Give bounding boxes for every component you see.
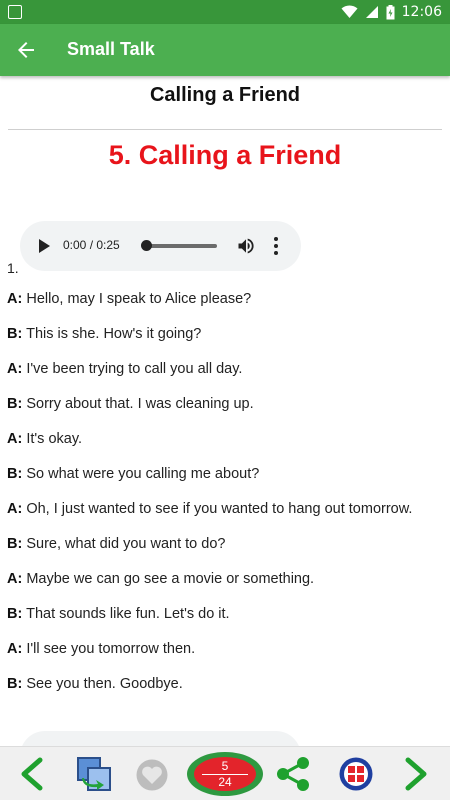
dialogue-list: A: Hello, may I speak to Alice please? B… [7,289,447,709]
speaker-label: B: [7,396,23,412]
speaker-label: B: [7,606,23,622]
lesson-content[interactable]: Calling a Friend 5. Calling a Friend 0:0… [0,76,450,746]
line-text: This is she. How's it going? [26,326,202,342]
dialogue-line: B: So what were you calling me about? [7,464,447,499]
dialogue-line: B: Sure, what did you want to do? [7,534,447,569]
heart-icon[interactable] [135,759,169,791]
audio-timecode: 0:00 / 0:25 [63,238,120,252]
line-text: Oh, I just wanted to see if you wanted t… [26,501,413,517]
more-vert-icon[interactable] [270,236,282,256]
signal-icon [365,6,378,18]
line-text: Sure, what did you want to do? [26,536,226,552]
dialogue-line: A: I'll see you tomorrow then. [7,639,447,674]
line-text: Hello, may I speak to Alice please? [26,291,252,307]
bottom-bar: 5 24 [0,746,450,800]
total-pages: 24 [218,775,232,789]
switch-icon[interactable] [76,756,112,792]
arrow-back-icon[interactable] [14,38,38,62]
line-text: It's okay. [26,431,83,447]
audio-player[interactable]: 0:00 / 0:25 [20,221,301,271]
app-bar: Small Talk [0,24,450,76]
line-text: See you then. Goodbye. [26,676,183,692]
dialogue-line: A: Oh, I just wanted to see if you wante… [7,499,447,534]
speaker-label: A: [7,641,23,657]
lesson-title: 5. Calling a Friend [108,140,342,170]
item-number: 1. [7,260,19,276]
chevron-right-icon[interactable] [402,757,432,791]
audio-player-2[interactable] [20,731,301,746]
page-counter[interactable]: 5 24 [187,752,263,796]
speaker-label: B: [7,536,23,552]
divider [8,129,442,130]
dialogue-line: A: It's okay. [7,429,447,464]
speaker-label: A: [7,291,23,307]
chevron-left-icon[interactable] [16,757,46,791]
dialogue-line: A: Maybe we can go see a movie or someth… [7,569,447,604]
dialogue-line: B: See you then. Goodbye. [7,674,447,709]
current-page: 5 [221,759,229,773]
speaker-label: B: [7,326,23,342]
speaker-label: B: [7,676,23,692]
line-text: That sounds like fun. Let's do it. [26,606,230,622]
play-icon[interactable] [37,238,51,254]
share-icon[interactable] [274,756,312,792]
grid-icon[interactable] [338,756,374,792]
line-text: Sorry about that. I was cleaning up. [26,396,254,412]
line-text: Maybe we can go see a movie or something… [26,571,315,587]
volume-icon[interactable] [236,236,256,256]
clock-time: 12:06 [401,4,442,20]
dialogue-line: B: That sounds like fun. Let's do it. [7,604,447,639]
dialogue-line: B: Sorry about that. I was cleaning up. [7,394,447,429]
speaker-label: A: [7,431,23,447]
line-text: I've been trying to call you all day. [26,361,243,377]
wifi-icon [341,5,358,18]
line-text: So what were you calling me about? [26,466,260,482]
audio-progress-thumb[interactable] [141,240,152,251]
dialogue-line: A: I've been trying to call you all day. [7,359,447,394]
speaker-label: A: [7,571,23,587]
line-text: I'll see you tomorrow then. [26,641,196,657]
speaker-label: A: [7,501,23,517]
audio-progress-track[interactable] [147,244,217,248]
image-icon [8,5,22,19]
page-heading: Calling a Friend [149,84,301,106]
dialogue-line: A: Hello, may I speak to Alice please? [7,289,447,324]
dialogue-line: B: This is she. How's it going? [7,324,447,359]
battery-icon [386,4,395,19]
speaker-label: A: [7,361,23,377]
status-bar: 12:06 [0,0,450,24]
app-title: Small Talk [67,39,155,59]
speaker-label: B: [7,466,23,482]
